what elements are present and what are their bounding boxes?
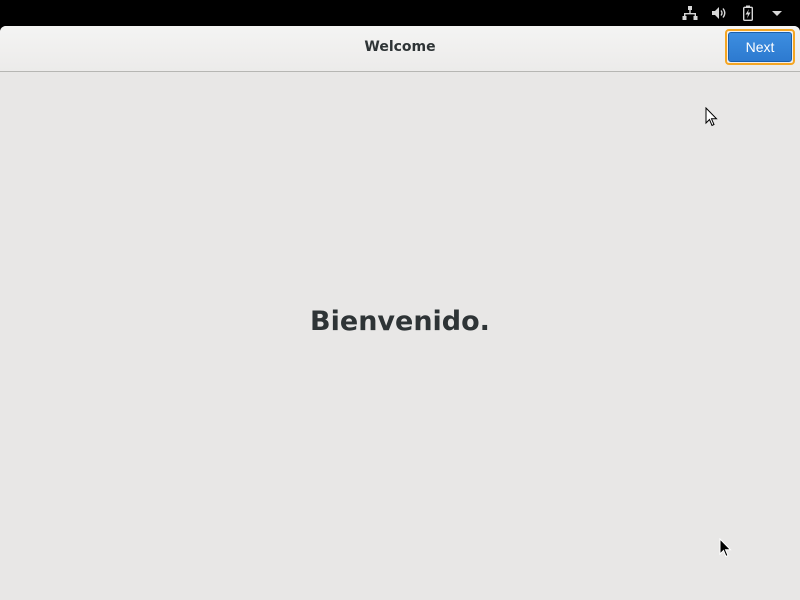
- network-wired-icon[interactable]: [681, 4, 699, 22]
- battery-charging-icon[interactable]: [739, 4, 757, 22]
- volume-icon[interactable]: [710, 4, 728, 22]
- welcome-heading: Bienvenido.: [310, 306, 490, 337]
- top-bar: [0, 0, 800, 26]
- next-button[interactable]: Next: [725, 29, 795, 65]
- page-title: Welcome: [364, 39, 436, 55]
- menu-dropdown-arrow-icon[interactable]: [768, 4, 786, 22]
- setup-window: Welcome Next Bienvenido.: [0, 26, 800, 600]
- mouse-cursor-icon: [705, 107, 718, 127]
- mouse-cursor-icon: [719, 538, 732, 558]
- header-bar: Welcome Next: [0, 26, 800, 72]
- system-tray[interactable]: [670, 4, 786, 22]
- next-button-label: Next: [728, 32, 792, 62]
